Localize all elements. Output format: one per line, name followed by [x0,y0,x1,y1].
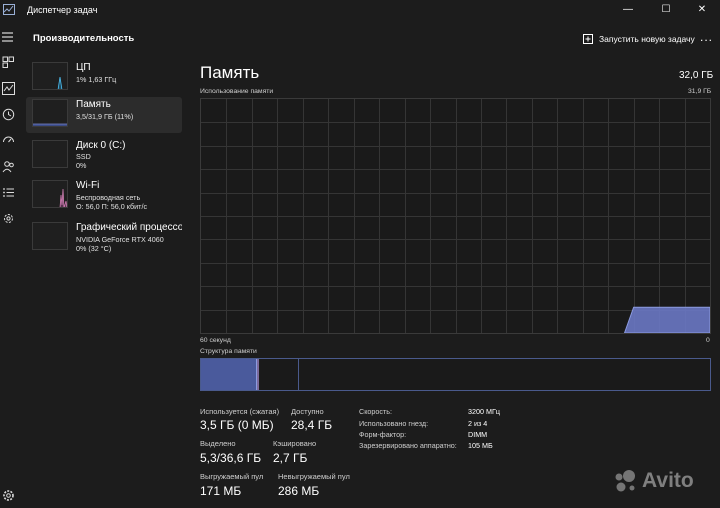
resource-title: Память [200,63,260,82]
nonpaged-pool-label: Невыгружаемый пул [278,472,350,481]
composition-in-use [201,359,258,390]
memory-usage-graph [200,98,711,334]
available-label: Доступно [291,407,324,416]
hardware-reserved-label: Зарезервировано аппаратно: [359,441,457,450]
wifi-thumbnail [32,180,68,208]
in-use-label: Используется (сжатая) [200,407,280,416]
history-icon[interactable] [2,108,15,121]
maximize-button[interactable]: ☐ [648,0,684,22]
paged-pool-label: Выгружаемый пул [200,472,264,481]
in-use-value: 3,5 ГБ (0 МБ) [200,418,274,432]
sidebar-item-detail: 1% 1,63 ГГц [76,75,117,84]
form-factor-label: Форм-фактор: [359,430,407,439]
task-manager-icon [3,4,15,15]
form-factor-value: DIMM [468,430,488,439]
sidebar-item-label: Память [76,99,111,110]
composition-standby [259,359,300,390]
details-icon[interactable] [2,186,15,199]
nonpaged-pool-value: 286 МБ [278,484,320,498]
avito-watermark: Avito [612,468,694,494]
sidebar-item-label: ЦП [76,62,91,73]
memory-total: 32,0 ГБ [679,70,714,81]
run-new-task-button[interactable]: Запустить новую задачу [583,32,695,46]
sidebar-item-memory[interactable]: Память 3,5/31,9 ГБ (11%) [26,97,182,133]
gpu-thumbnail [32,222,68,250]
slots-value: 2 из 4 [468,419,488,428]
graph-grid [201,99,710,333]
nav-rail [0,54,20,508]
sidebar-item-detail: NVIDIA GeForce RTX 4060 [76,235,164,244]
slots-label: Использовано гнезд: [359,419,429,428]
run-new-task-label: Запустить новую задачу [599,34,695,44]
sidebar-item-detail: Беспроводная сеть [76,193,141,202]
avito-text: Avito [642,469,694,492]
paged-pool-value: 171 МБ [200,484,242,498]
sidebar-item-label: Wi-Fi [76,180,100,191]
page-title: Производительность [33,33,135,44]
hardware-reserved-value: 105 МБ [468,441,493,450]
memory-usage-area [623,306,711,334]
time-zero-label: 0 [706,337,710,344]
usage-label: Использование памяти [200,88,274,95]
speed-value: 3200 МГц [468,407,500,416]
sidebar-item-label: Графический процессор [76,222,182,233]
more-options-button[interactable]: ... [700,30,713,44]
avito-logo-icon [615,470,635,492]
committed-label: Выделено [200,439,236,448]
processes-icon[interactable] [2,56,15,69]
cached-label: Кэшировано [273,439,317,448]
sidebar-item-wifi[interactable]: Wi-Fi Беспроводная сеть О: 56,0 П: 56,0 … [26,178,182,214]
memory-composition-bar [200,358,711,391]
sidebar-item-cpu[interactable]: ЦП 1% 1,63 ГГц [26,60,182,96]
close-button[interactable]: ✕ [684,0,720,22]
settings-icon[interactable] [2,489,15,502]
composition-free [299,359,710,390]
sidebar-item-detail: 3,5/31,9 ГБ (11%) [76,112,134,121]
sidebar-item-detail: 0% [76,161,87,170]
committed-value: 5,3/36,6 ГБ [200,451,262,465]
cpu-thumbnail [32,62,68,90]
startup-icon[interactable] [2,134,15,147]
sidebar-item-label: Диск 0 (C:) [76,140,126,151]
available-value: 28,4 ГБ [291,418,333,432]
sidebar-item-disk[interactable]: Диск 0 (C:) SSD 0% [26,138,182,174]
services-icon[interactable] [2,212,15,225]
sidebar-item-detail: 0% (32 °C) [76,244,112,253]
cached-value: 2,7 ГБ [273,451,308,465]
disk-thumbnail [32,140,68,168]
title-bar: Диспетчер задач — ☐ ✕ [0,0,720,22]
speed-label: Скорость: [359,407,393,416]
memory-usage-chart [201,99,711,334]
usage-max-label: 31,9 ГБ [688,88,712,95]
time-span-label: 60 секунд [200,337,231,344]
hamburger-icon[interactable] [2,31,14,43]
sidebar-item-detail: О: 56,0 П: 56,0 кбит/с [76,202,148,211]
memory-thumbnail [32,99,68,127]
sidebar-item-detail: SSD [76,152,91,161]
composition-label: Структура памяти [200,348,257,355]
performance-icon[interactable] [2,82,15,95]
window-title: Диспетчер задач [27,5,98,15]
sidebar-item-gpu[interactable]: Графический процессор NVIDIA GeForce RTX… [26,220,182,256]
minimize-button[interactable]: — [610,0,646,22]
run-task-icon [583,33,593,44]
users-icon[interactable] [2,160,15,173]
